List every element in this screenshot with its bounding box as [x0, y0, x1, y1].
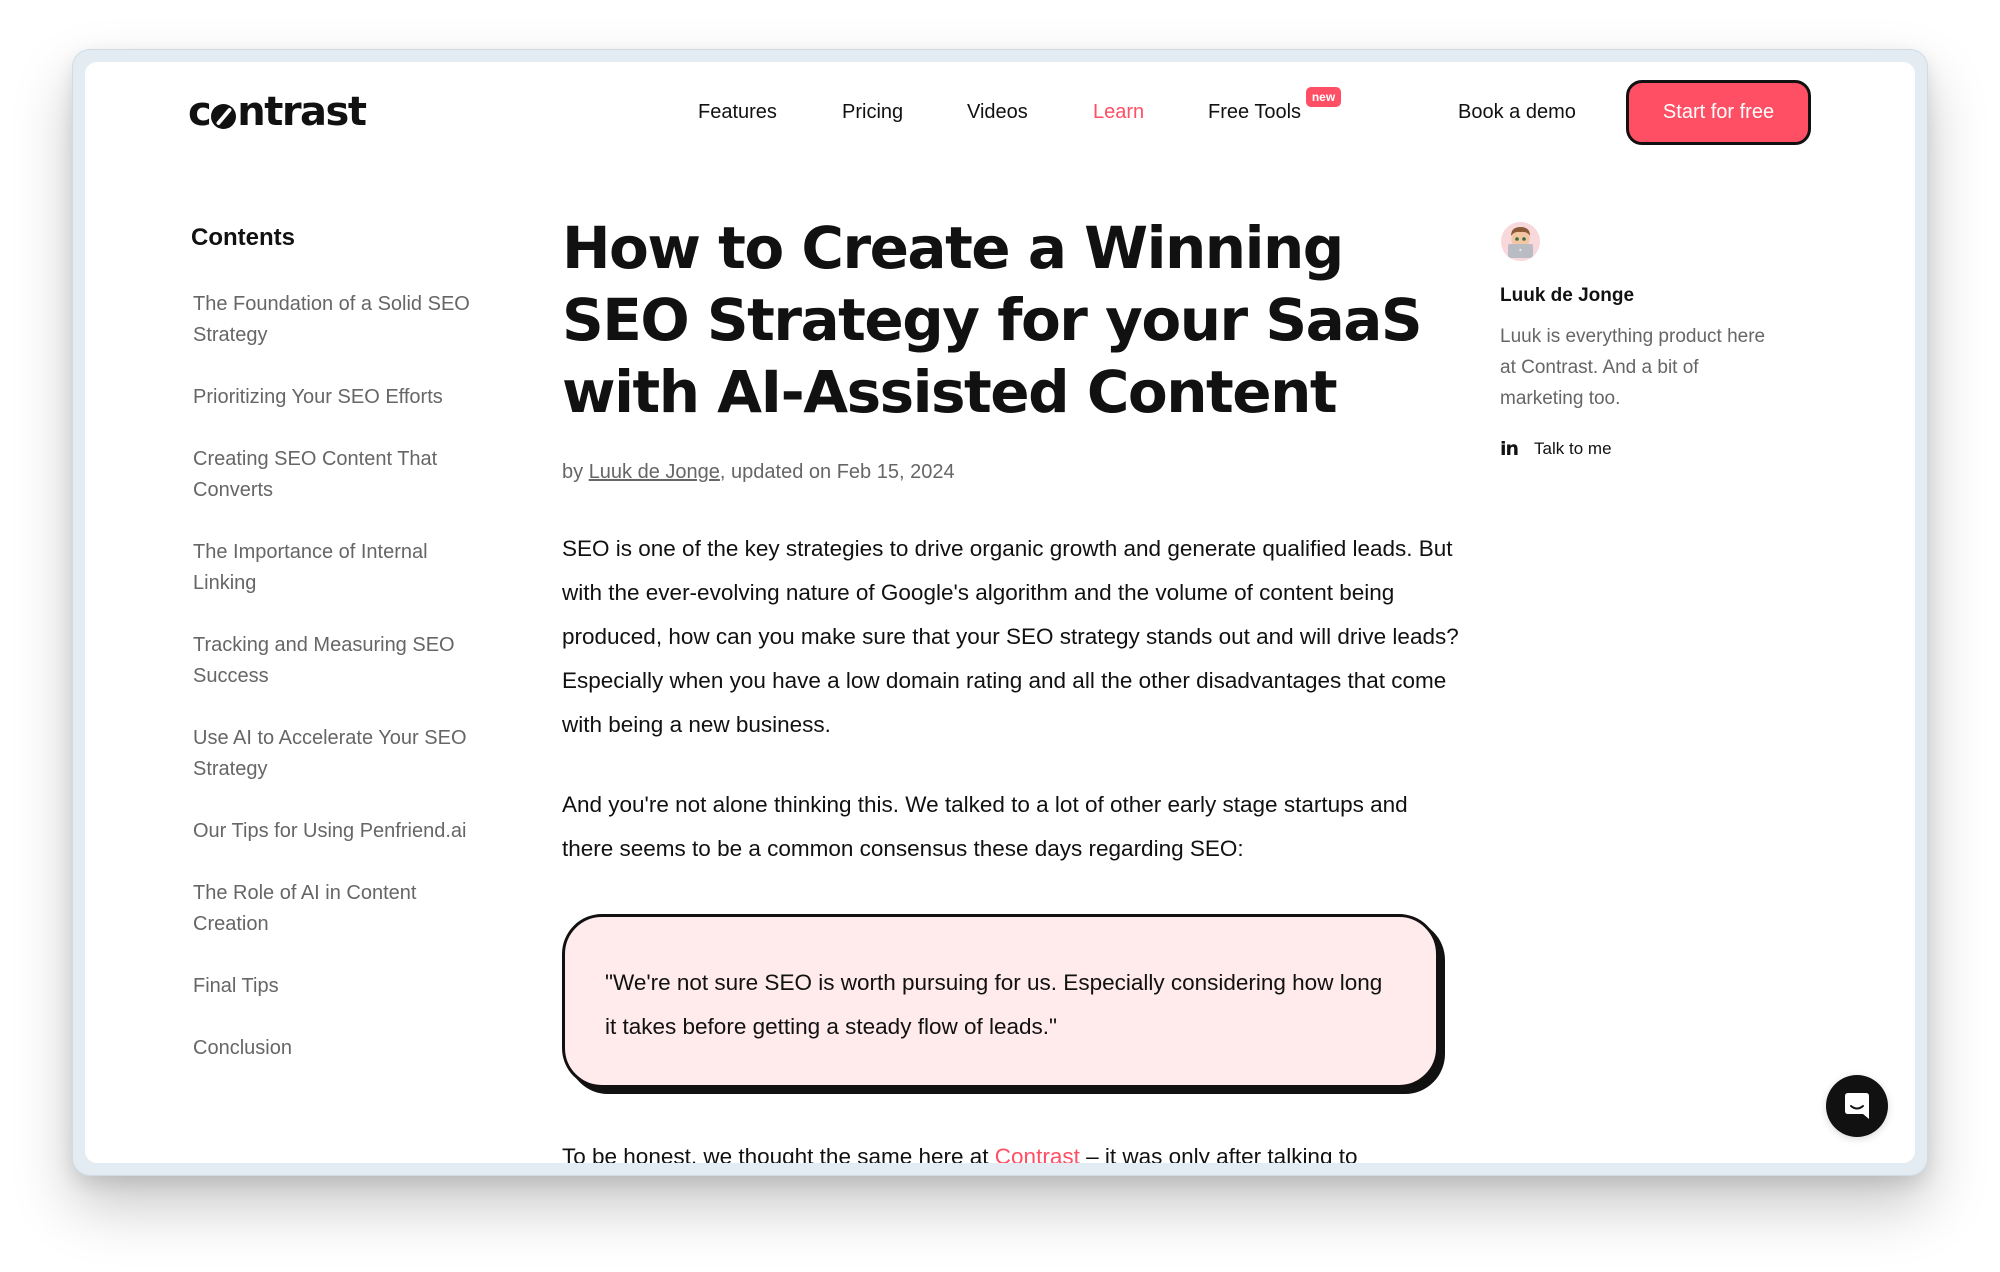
- nav-free-tools[interactable]: Free Tools: [1208, 98, 1301, 126]
- talk-to-me-link[interactable]: in Talk to me: [1500, 438, 1612, 460]
- contrast-logo[interactable]: c ntrast: [188, 89, 367, 135]
- toc-item[interactable]: Use AI to Accelerate Your SEO Strategy: [193, 723, 493, 785]
- toc-heading: Contents: [191, 224, 295, 251]
- start-for-free-button[interactable]: Start for free: [1626, 80, 1811, 145]
- toc-item[interactable]: The Role of AI in Content Creation: [193, 878, 493, 940]
- author-name: Luuk de Jonge: [1500, 285, 1635, 306]
- talk-to-me-label: Talk to me: [1534, 439, 1612, 458]
- toc-item[interactable]: Tracking and Measuring SEO Success: [193, 630, 493, 692]
- paragraph-3-prefix: To be honest, we thought the same here a…: [562, 1144, 995, 1163]
- book-demo-link[interactable]: Book a demo: [1458, 98, 1576, 126]
- author-bio: Luuk is everything product here at Contr…: [1500, 326, 1766, 409]
- logo-suffix: ntrast: [237, 89, 367, 135]
- new-badge: new: [1306, 87, 1341, 107]
- memoji-avatar-icon: [1501, 222, 1540, 261]
- logo-prefix: c: [188, 89, 212, 135]
- quote-text: "We're not sure SEO is worth pursuing fo…: [605, 970, 1383, 1039]
- nav-learn[interactable]: Learn: [1093, 98, 1144, 126]
- article-byline: by Luuk de Jonge, updated on Feb 15, 202…: [562, 458, 955, 486]
- toc-list: The Foundation of a Solid SEO Strategy P…: [193, 289, 493, 1095]
- article-title: How to Create a Winning SEO Strategy for…: [562, 214, 1423, 426]
- page-viewport: c ntrast Features Pricing Videos Learn Fr…: [85, 62, 1915, 1163]
- nav-videos[interactable]: Videos: [967, 98, 1028, 126]
- toc-item[interactable]: Conclusion: [193, 1033, 493, 1064]
- logo-o-mark-icon: [211, 103, 237, 129]
- chat-bubble-icon: [1845, 1093, 1869, 1119]
- chat-launcher-button[interactable]: [1826, 1075, 1888, 1137]
- toc-item[interactable]: Prioritizing Your SEO Efforts: [193, 382, 493, 413]
- toc-item[interactable]: The Importance of Internal Linking: [193, 537, 493, 599]
- nav-pricing[interactable]: Pricing: [842, 98, 903, 126]
- toc-item[interactable]: The Foundation of a Solid SEO Strategy: [193, 289, 493, 351]
- contrast-link[interactable]: Contrast: [995, 1144, 1080, 1163]
- intro-paragraph: SEO is one of the key strategies to driv…: [562, 536, 1459, 737]
- quote-box: "We're not sure SEO is worth pursuing fo…: [562, 914, 1439, 1088]
- author-link[interactable]: Luuk de Jonge: [589, 461, 720, 483]
- consensus-paragraph: And you're not alone thinking this. We t…: [562, 792, 1408, 861]
- toc-item[interactable]: Final Tips: [193, 971, 493, 1002]
- toc-item[interactable]: Creating SEO Content That Converts: [193, 444, 493, 506]
- author-avatar: [1501, 222, 1540, 261]
- byline-date: , updated on Feb 15, 2024: [719, 461, 955, 483]
- toc-item[interactable]: Our Tips for Using Penfriend.ai: [193, 816, 493, 847]
- honest-paragraph: To be honest, we thought the same here a…: [562, 1135, 1462, 1163]
- nav-features[interactable]: Features: [698, 98, 777, 126]
- byline-prefix: by: [562, 461, 589, 483]
- paragraph-3-suffix: – it was only after talking to: [1079, 1144, 1358, 1163]
- linkedin-icon: in: [1500, 438, 1519, 460]
